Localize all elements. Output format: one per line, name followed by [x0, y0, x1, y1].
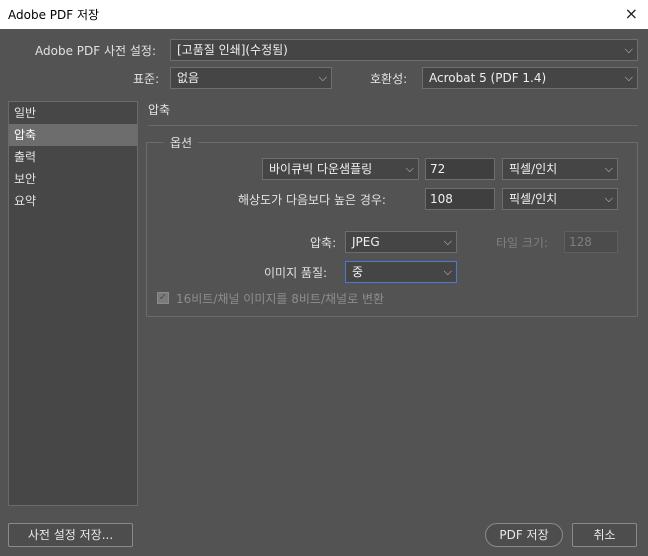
- chevron-down-icon: ⌵: [443, 265, 452, 278]
- compression-select[interactable]: JPEG ⌵: [345, 231, 457, 253]
- sidebar-item-output[interactable]: 출력: [9, 146, 137, 168]
- section-title: 압축: [148, 103, 171, 117]
- resample-unit-value: 픽셀/인치: [509, 162, 558, 176]
- standard-select[interactable]: 없음 ⌵: [170, 67, 332, 89]
- resample-unit-select[interactable]: 픽셀/인치 ⌵: [502, 158, 618, 180]
- cancel-button[interactable]: 취소: [572, 523, 637, 547]
- chevron-down-icon: ⌵: [604, 162, 613, 175]
- standard-value: 없음: [177, 71, 200, 85]
- above-unit-value: 픽셀/인치: [509, 192, 558, 206]
- chevron-down-icon: ⌵: [624, 71, 633, 84]
- sidebar-item-security[interactable]: 보안: [9, 168, 137, 190]
- resample-ppi-input[interactable]: 72: [425, 158, 495, 180]
- options-legend: 옵션: [164, 134, 199, 151]
- chevron-down-icon: ⌵: [443, 235, 452, 248]
- close-icon[interactable]: ×: [625, 4, 638, 23]
- save-preset-button[interactable]: 사전 설정 저장...: [8, 523, 133, 547]
- compression-label: 압축:: [310, 236, 337, 250]
- resample-method-value: 바이큐빅 다운샘플링: [269, 162, 373, 176]
- compatibility-value: Acrobat 5 (PDF 1.4): [429, 71, 547, 85]
- preset-label: Adobe PDF 사전 설정:: [35, 44, 156, 58]
- sidebar: 일반 압축 출력 보안 요약: [8, 101, 138, 506]
- title-bar: Adobe PDF 저장 ×: [0, 0, 648, 29]
- sidebar-item-summary[interactable]: 요약: [9, 190, 137, 212]
- chevron-down-icon: ⌵: [405, 162, 414, 175]
- preset-select[interactable]: [고품질 인쇄](수정됨) ⌵: [170, 39, 638, 61]
- image-quality-label: 이미지 품질:: [264, 266, 328, 280]
- window-title: Adobe PDF 저장: [8, 8, 100, 22]
- save-pdf-button[interactable]: PDF 저장: [485, 523, 563, 547]
- above-resolution-label: 해상도가 다음보다 높은 경우:: [238, 193, 386, 207]
- tile-size-label: 타일 크기:: [496, 236, 549, 250]
- above-ppi-input[interactable]: 108: [425, 188, 495, 210]
- convert-16bit-checkbox[interactable]: ✓: [157, 292, 169, 304]
- chevron-down-icon: ⌵: [604, 192, 613, 205]
- resample-method-select[interactable]: 바이큐빅 다운샘플링 ⌵: [262, 158, 419, 180]
- checkmark-icon: ✓: [158, 292, 168, 303]
- compatibility-label: 호환성:: [370, 72, 408, 86]
- convert-16bit-label: 16비트/채널 이미지를 8비트/채널로 변환: [176, 292, 385, 306]
- chevron-down-icon: ⌵: [318, 71, 327, 84]
- above-unit-select[interactable]: 픽셀/인치 ⌵: [502, 188, 618, 210]
- section-divider: [148, 125, 638, 126]
- compression-value: JPEG: [352, 235, 380, 249]
- image-quality-value: 중: [352, 265, 364, 279]
- standard-label: 표준:: [133, 72, 160, 86]
- sidebar-item-compression[interactable]: 압축: [9, 124, 137, 146]
- sidebar-item-general[interactable]: 일반: [9, 102, 137, 124]
- chevron-down-icon: ⌵: [624, 43, 633, 56]
- tile-size-input: 128: [564, 231, 618, 253]
- compatibility-select[interactable]: Acrobat 5 (PDF 1.4) ⌵: [422, 67, 638, 89]
- preset-value: [고품질 인쇄](수정됨): [177, 43, 288, 57]
- image-quality-select[interactable]: 중 ⌵: [345, 261, 457, 283]
